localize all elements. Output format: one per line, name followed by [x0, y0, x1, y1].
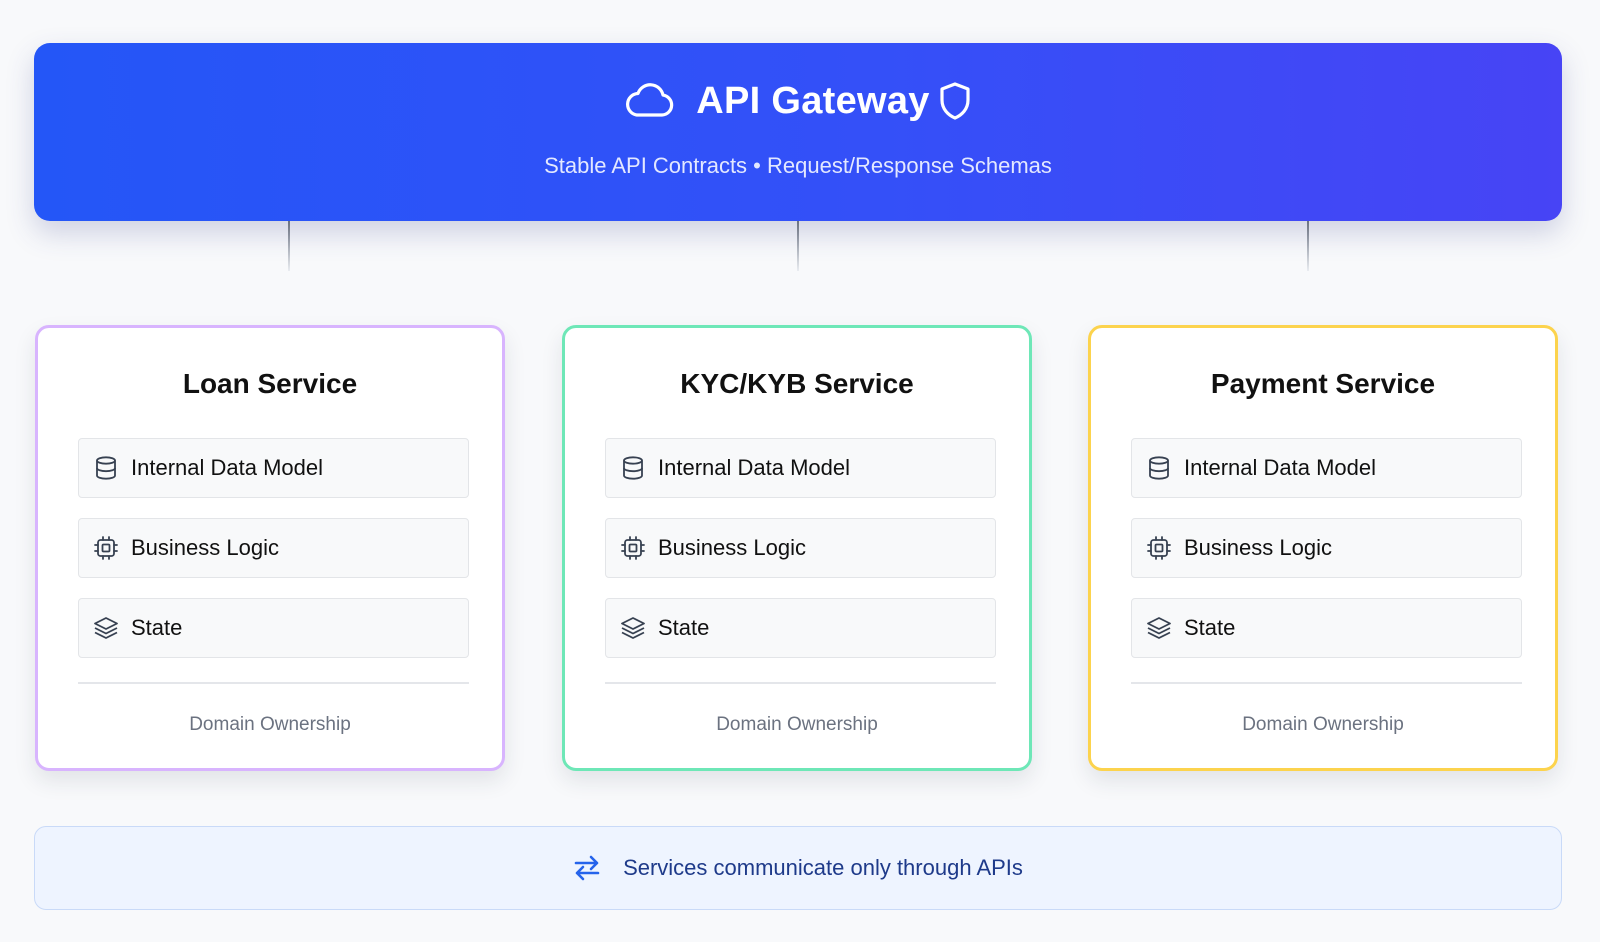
cpu-chip-icon [1146, 535, 1172, 561]
database-icon [93, 455, 119, 481]
service-component: Business Logic [78, 518, 469, 578]
database-icon [1146, 455, 1172, 481]
service-component: State [605, 598, 996, 658]
service-component-label: Internal Data Model [131, 455, 323, 480]
layers-icon [620, 615, 646, 641]
payment-service-card: Payment Service Internal Data Model Busine… [1088, 325, 1558, 771]
service-component: Business Logic [605, 518, 996, 578]
arrows-swap-icon [573, 854, 601, 882]
service-component: Internal Data Model [78, 438, 469, 498]
service-component: Internal Data Model [605, 438, 996, 498]
cpu-chip-icon [93, 535, 119, 561]
service-component: State [1131, 598, 1522, 658]
shield-icon [938, 81, 972, 121]
layers-icon [1146, 615, 1172, 641]
database-icon [620, 455, 646, 481]
cpu-chip-icon [620, 535, 646, 561]
service-component-label: Business Logic [658, 535, 806, 560]
kyc-kyb-service-card: KYC/KYB Service Internal Data Model Busine… [562, 325, 1032, 771]
gateway-subtitle: Stable API Contracts • Request/Response … [544, 153, 1052, 178]
divider [605, 682, 996, 684]
divider [78, 682, 469, 684]
connector-line [797, 221, 799, 271]
cloud-icon [624, 83, 674, 119]
domain-ownership-label: Domain Ownership [189, 714, 351, 735]
service-title: Payment Service [1210, 368, 1436, 399]
domain-ownership-label: Domain Ownership [716, 714, 878, 735]
service-component: Internal Data Model [1131, 438, 1522, 498]
domain-ownership-label: Domain Ownership [1242, 714, 1404, 735]
service-component-label: Business Logic [1184, 535, 1332, 560]
service-component: Business Logic [1131, 518, 1522, 578]
service-component-label: State [658, 615, 710, 640]
communication-note-text: Services communicate only through APIs [623, 855, 1023, 880]
loan-service-card: Loan Service Internal Data Model Business … [35, 325, 505, 771]
layers-icon [93, 615, 119, 641]
service-component-label: Internal Data Model [658, 455, 850, 480]
service-component-label: State [1184, 615, 1236, 640]
divider [1131, 682, 1522, 684]
api-gateway-banner: API Gateway Stable API Contracts • Reque… [34, 43, 1562, 221]
gateway-title: API Gateway [696, 79, 930, 122]
service-component-label: State [131, 615, 183, 640]
gateway-title-row: API Gateway [34, 77, 1562, 125]
api-communication-note: Services communicate only through APIs [34, 826, 1562, 910]
service-title: Loan Service [182, 368, 358, 399]
service-component-label: Business Logic [131, 535, 279, 560]
service-component: State [78, 598, 469, 658]
service-title: KYC/KYB Service [680, 368, 914, 399]
service-component-label: Internal Data Model [1184, 455, 1376, 480]
connector-line [288, 221, 290, 271]
connector-line [1307, 221, 1309, 271]
